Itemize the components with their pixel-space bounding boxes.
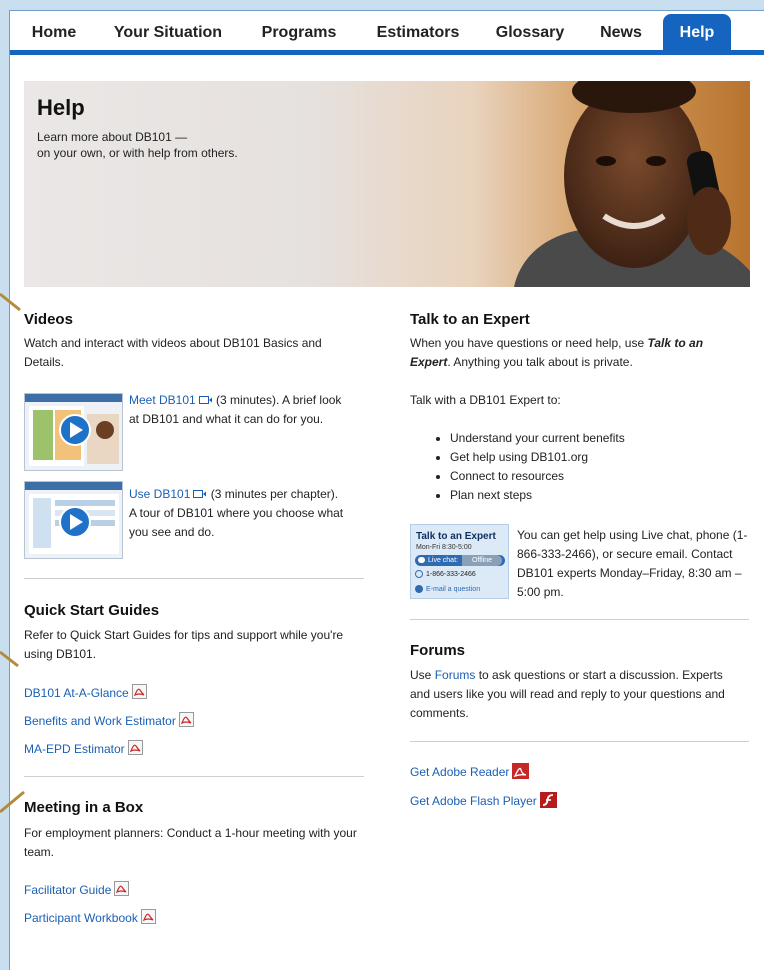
expert-bullets: Understand your current benefits Get hel… (428, 429, 625, 505)
expert-contact-info: You can get help using Live chat, phone … (517, 528, 748, 599)
quickstart-heading: Quick Start Guides (24, 602, 160, 619)
get-adobe-reader-link[interactable]: Get Adobe Reader (410, 763, 530, 779)
participant-workbook-link[interactable]: Participant Workbook (24, 909, 156, 925)
list-item: Understand your current benefits (450, 429, 625, 448)
tab-home[interactable]: Home (24, 11, 84, 50)
talk-to-expert-widget[interactable]: Talk to an Expert Mon-Fri 8:30-5:00 Live… (410, 524, 509, 599)
main-nav: Home Your Situation Programs Estimators … (10, 11, 764, 55)
divider (410, 619, 749, 620)
list-item: Get help using DB101.org (450, 448, 625, 467)
list-item: Plan next steps (450, 486, 625, 505)
videos-intro: Watch and interact with videos about DB1… (24, 336, 322, 369)
divider (24, 578, 364, 579)
hero-subtitle: Learn more about DB101 — on your own, or … (37, 130, 238, 160)
quickstart-intro: Refer to Quick Start Guides for tips and… (24, 628, 344, 661)
tab-estimators[interactable]: Estimators (368, 11, 468, 50)
page-title: Help (37, 95, 85, 120)
use-db101-description: Use DB101 (3 minutes per chapter). A tour… (129, 487, 344, 539)
tab-your-situation[interactable]: Your Situation (110, 11, 226, 50)
tab-help[interactable]: Help (663, 14, 731, 50)
tab-glossary[interactable]: Glossary (490, 11, 570, 50)
widget-phone-row: 1-866-333-2466 (415, 570, 476, 578)
video-icon (198, 396, 212, 404)
pdf-icon (127, 740, 143, 755)
email-icon (415, 585, 423, 593)
widget-title: Talk to an Expert (416, 531, 496, 542)
expert-lead: Talk with a DB101 Expert to: (410, 393, 561, 407)
pdf-icon (131, 684, 147, 699)
meeting-intro: For employment planners: Conduct a 1-hou… (24, 826, 357, 859)
expert-heading: Talk to an Expert (410, 311, 530, 328)
adobe-reader-icon (512, 763, 530, 779)
pdf-icon (140, 909, 156, 924)
callout-arrow-videos (0, 292, 21, 312)
widget-email-row[interactable]: E-mail a question (415, 585, 480, 593)
adobe-flash-icon (539, 792, 557, 808)
pdf-icon (178, 712, 194, 727)
callout-arrow-quickstart (0, 650, 19, 668)
video-icon (193, 490, 207, 498)
use-db101-video-thumbnail[interactable] (24, 481, 123, 559)
forums-heading: Forums (410, 642, 466, 659)
divider (410, 741, 749, 742)
benefits-work-estimator-link[interactable]: Benefits and Work Estimator (24, 712, 194, 728)
meet-db101-video-thumbnail[interactable] (24, 393, 123, 471)
use-db101-link[interactable]: Use DB101 (129, 487, 190, 501)
widget-hours: Mon-Fri 8:30-5:00 (416, 544, 472, 551)
meeting-heading: Meeting in a Box (24, 799, 144, 816)
forums-intro: Use Forums to ask questions or start a d… (410, 668, 725, 720)
tab-news[interactable]: News (594, 11, 648, 50)
phone-icon (415, 570, 423, 578)
list-item: Connect to resources (450, 467, 625, 486)
expert-intro: When you have questions or need help, us… (410, 336, 704, 369)
person-on-phone-photo (514, 81, 750, 287)
meet-db101-description: Meet DB101 (3 minutes). A brief look at D… (129, 393, 342, 426)
ma-epd-estimator-link[interactable]: MA-EPD Estimator (24, 740, 143, 756)
at-a-glance-link[interactable]: DB101 At-A-Glance (24, 684, 147, 700)
get-adobe-flash-link[interactable]: Get Adobe Flash Player (410, 792, 557, 808)
forums-link[interactable]: Forums (435, 668, 476, 682)
live-chat-bar[interactable]: Live chat: Offline (415, 555, 505, 566)
meet-db101-link[interactable]: Meet DB101 (129, 393, 196, 407)
hero-banner: Help Learn more about DB101 — on your own… (24, 81, 750, 287)
chat-bubble-icon (418, 557, 425, 563)
pdf-icon (114, 881, 130, 896)
tab-programs[interactable]: Programs (254, 11, 344, 50)
facilitator-guide-link[interactable]: Facilitator Guide (24, 881, 130, 897)
videos-heading: Videos (24, 311, 73, 328)
divider (24, 776, 364, 777)
